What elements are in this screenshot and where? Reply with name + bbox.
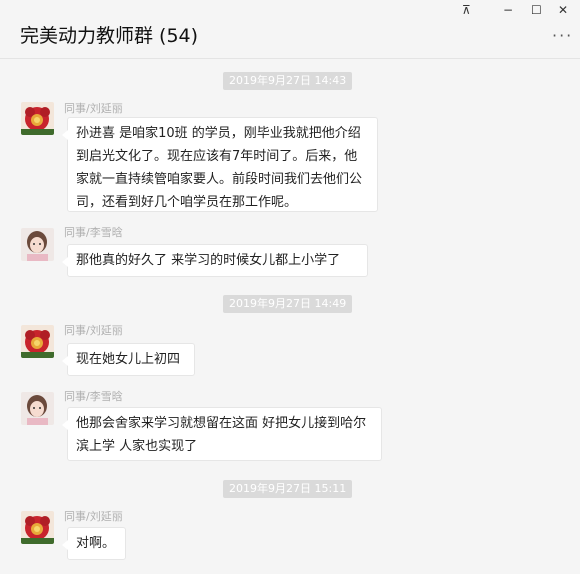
title-bar: 完美动力教师群 (54) ⊼ − ☐ ✕ ··· <box>0 0 580 59</box>
minimize-icon[interactable]: − <box>503 3 513 17</box>
timestamp: 2019年9月27日 14:49 <box>223 295 353 313</box>
sender-name: 同事/刘延丽 <box>64 102 123 115</box>
more-options-icon[interactable]: ··· <box>552 28 573 44</box>
flower-avatar-image <box>21 511 54 544</box>
flower-avatar[interactable] <box>21 102 54 135</box>
close-icon[interactable]: ✕ <box>558 3 568 17</box>
pin-icon[interactable]: ⊼ <box>462 3 471 17</box>
sender-name: 同事/李雪晗 <box>64 226 123 239</box>
girl-avatar-image <box>21 228 54 261</box>
timestamp: 2019年9月27日 15:11 <box>223 480 353 498</box>
message-bubble[interactable]: 现在她女儿上初四 <box>62 343 195 376</box>
flower-avatar-image <box>21 102 54 135</box>
maximize-icon[interactable]: ☐ <box>531 3 542 17</box>
chat-title: 完美动力教师群 (54) <box>20 25 199 47</box>
message-bubble[interactable]: 那他真的好久了 来学习的时候女儿都上小学了 <box>62 244 368 277</box>
message-bubble[interactable]: 孙进喜 是咱家10班 的学员，刚毕业我就把他介绍到启光文化了。现在应该有7年时间… <box>62 117 378 212</box>
sender-name: 同事/刘延丽 <box>64 324 123 337</box>
girl-avatar-image <box>21 392 54 425</box>
sender-name: 同事/刘延丽 <box>64 510 123 523</box>
message-bubble[interactable]: 他那会舍家来学习就想留在这面 好把女儿接到哈尔滨上学 人家也实现了 <box>62 407 382 461</box>
timestamp: 2019年9月27日 14:43 <box>223 72 353 90</box>
girl-avatar[interactable] <box>21 392 54 425</box>
flower-avatar[interactable] <box>21 325 54 358</box>
message-bubble[interactable]: 对啊。 <box>62 527 126 560</box>
sender-name: 同事/李雪晗 <box>64 390 123 403</box>
flower-avatar-image <box>21 325 54 358</box>
flower-avatar[interactable] <box>21 511 54 544</box>
girl-avatar[interactable] <box>21 228 54 261</box>
